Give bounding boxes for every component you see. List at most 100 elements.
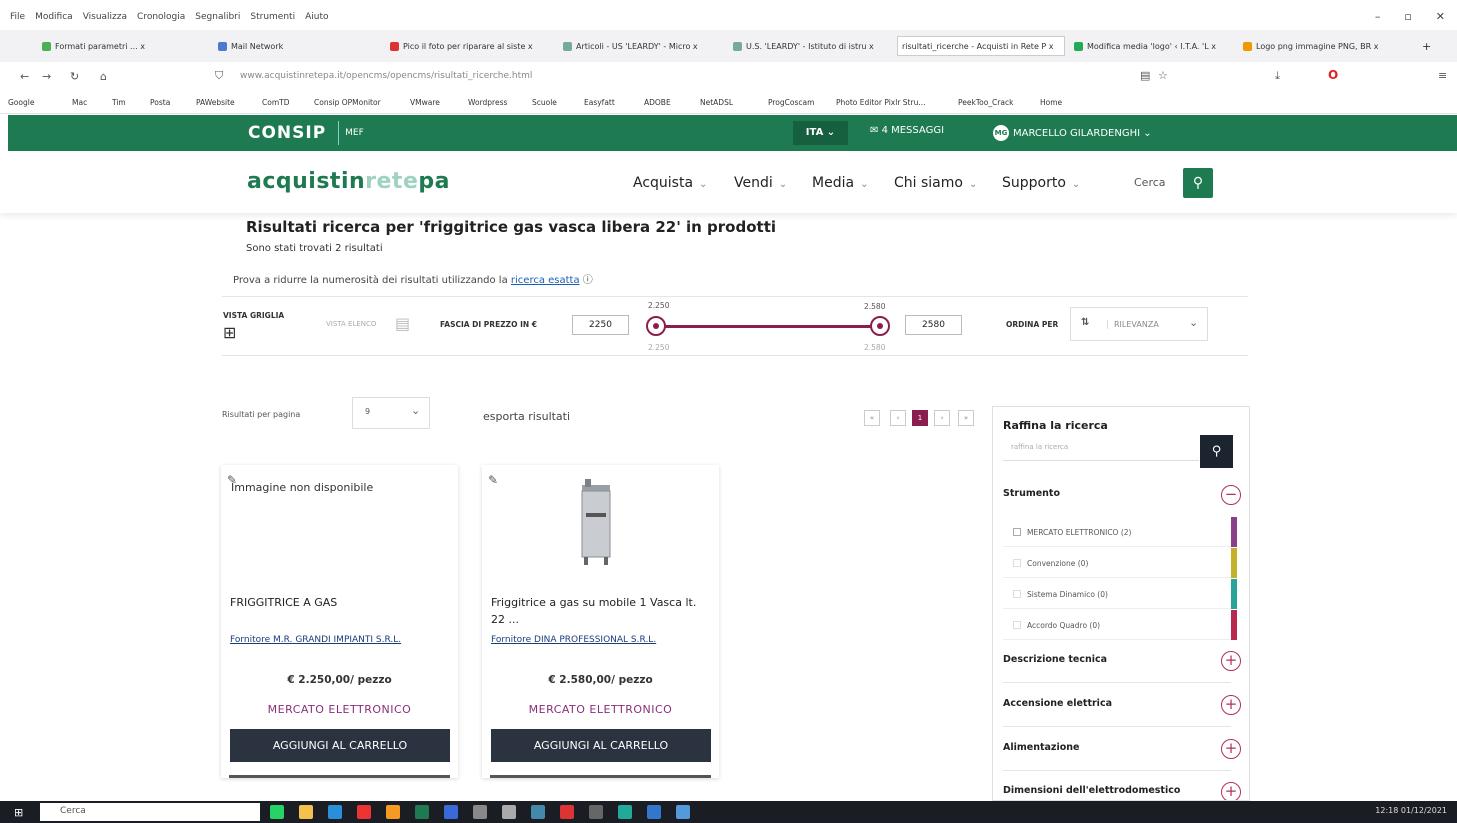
- nav-chi-siamo[interactable]: Chi siamo ⌄: [894, 175, 977, 191]
- expand-icon[interactable]: +: [1221, 695, 1241, 715]
- checkbox[interactable]: [1013, 621, 1021, 629]
- system-tray[interactable]: 12:18 01/12/2021: [1375, 806, 1447, 815]
- checkbox[interactable]: [1013, 559, 1021, 567]
- menu-aiuto[interactable]: Aiuto: [305, 12, 328, 22]
- tab-active[interactable]: risultati_ricerche - Acquisti in Rete P …: [897, 36, 1065, 56]
- app-icon[interactable]: [618, 805, 632, 819]
- taskbar-search[interactable]: Cerca: [40, 803, 260, 821]
- bookmark[interactable]: Posta: [150, 98, 170, 107]
- bookmark[interactable]: PeekToo_Crack: [958, 98, 1013, 107]
- tab[interactable]: Pico il foto per riparare al siste x: [390, 36, 550, 56]
- bookmark[interactable]: Tim: [112, 98, 126, 107]
- bookmark[interactable]: Home: [1040, 98, 1062, 107]
- reload-icon[interactable]: ↻: [70, 70, 79, 83]
- explorer-icon[interactable]: [299, 805, 313, 819]
- list-view-icon[interactable]: ▤: [395, 314, 410, 333]
- close-icon[interactable]: ✕: [1436, 10, 1445, 23]
- facet-strumento[interactable]: Strumento: [1003, 488, 1060, 499]
- nav-vendi[interactable]: Vendi ⌄: [734, 175, 787, 191]
- app-icon[interactable]: [473, 805, 487, 819]
- refine-search-button[interactable]: ⚲: [1200, 435, 1233, 468]
- view-list-label[interactable]: VISTA ELENCO: [326, 320, 376, 328]
- opera-icon[interactable]: O: [1328, 68, 1338, 82]
- expand-icon[interactable]: +: [1221, 782, 1241, 800]
- app-icon[interactable]: [647, 805, 661, 819]
- bookmark[interactable]: Google: [8, 98, 34, 107]
- product-card[interactable]: ✎ Immagine non disponibile FRIGGITRICE A…: [221, 465, 458, 778]
- price-min-input[interactable]: 2250: [572, 315, 629, 335]
- search-button[interactable]: ⚲: [1183, 168, 1213, 198]
- facet-accensione-elettrica[interactable]: Accensione elettrica: [1003, 698, 1112, 709]
- app-icon[interactable]: [676, 805, 690, 819]
- next-page-button[interactable]: ›: [934, 410, 950, 426]
- messages-link[interactable]: ✉ 4 MESSAGGI: [870, 125, 944, 136]
- home-icon[interactable]: ⌂: [100, 70, 107, 83]
- facet-option[interactable]: Sistema Dinamico (0): [1003, 579, 1237, 609]
- star-icon[interactable]: ☆: [1158, 69, 1168, 82]
- download-icon[interactable]: ⤓: [1275, 69, 1280, 83]
- new-tab-icon[interactable]: +: [1422, 40, 1431, 53]
- maximize-icon[interactable]: ▫: [1404, 10, 1411, 23]
- add-to-cart-button[interactable]: AGGIUNGI AL CARRELLO: [491, 729, 711, 762]
- app-icon[interactable]: [589, 805, 603, 819]
- first-page-button[interactable]: «: [864, 410, 880, 426]
- consip-logo[interactable]: CONSIP: [248, 123, 326, 143]
- add-to-cart-button[interactable]: AGGIUNGI AL CARRELLO: [230, 729, 450, 762]
- export-results-link[interactable]: esporta risultati: [483, 410, 570, 423]
- menu-modifica[interactable]: Modifica: [35, 12, 73, 22]
- menu-segnalibri[interactable]: Segnalibri: [195, 12, 240, 22]
- user-menu[interactable]: MG MARCELLO GILARDENGHI ⌄: [993, 125, 1152, 141]
- checkbox[interactable]: [1013, 590, 1021, 598]
- mef-logo[interactable]: MEF: [338, 121, 370, 145]
- facet-dimensioni[interactable]: Dimensioni dell'elettrodomestico: [1003, 785, 1180, 796]
- bookmark[interactable]: PAWebsite: [196, 98, 235, 107]
- nav-acquista[interactable]: Acquista ⌄: [633, 175, 707, 191]
- product-title[interactable]: Friggitrice a gas su mobile 1 Vasca lt. …: [491, 594, 711, 628]
- checkbox[interactable]: [1013, 528, 1021, 536]
- hamburger-menu-icon[interactable]: ≡: [1438, 69, 1447, 82]
- excel-icon[interactable]: [415, 805, 429, 819]
- refine-search-input[interactable]: raffina la ricerca: [1003, 437, 1199, 461]
- edit-icon[interactable]: ✎: [488, 473, 498, 487]
- nav-media[interactable]: Media ⌄: [812, 175, 868, 191]
- per-page-select[interactable]: 9 ⌄: [352, 397, 430, 429]
- facet-descrizione-tecnica[interactable]: Descrizione tecnica: [1003, 654, 1107, 665]
- tab[interactable]: Articoli - US 'LEARDY' - Micro x: [563, 36, 723, 56]
- last-page-button[interactable]: »: [958, 410, 974, 426]
- menu-visualizza[interactable]: Visualizza: [83, 12, 127, 22]
- edge-icon[interactable]: [328, 805, 342, 819]
- tab[interactable]: Logo png immagine PNG, BR x: [1243, 36, 1403, 56]
- reader-icon[interactable]: ▤: [1140, 69, 1150, 82]
- bookmark[interactable]: VMware: [410, 98, 440, 107]
- info-icon[interactable]: ⓘ: [583, 275, 593, 286]
- prev-page-button[interactable]: ‹: [890, 410, 906, 426]
- tab[interactable]: Mail Network: [218, 36, 368, 56]
- firefox-icon[interactable]: [386, 805, 400, 819]
- product-image[interactable]: [576, 479, 618, 567]
- expand-icon[interactable]: +: [1221, 651, 1241, 671]
- menu-strumenti[interactable]: Strumenti: [250, 12, 295, 22]
- back-icon[interactable]: ←: [20, 70, 29, 83]
- word-icon[interactable]: [444, 805, 458, 819]
- tab[interactable]: U.S. 'LEARDY' - Istituto di istru x: [733, 36, 893, 56]
- exact-search-link[interactable]: ricerca esatta: [511, 275, 580, 286]
- price-slider-track[interactable]: [656, 325, 881, 328]
- collapse-icon[interactable]: −: [1221, 485, 1241, 505]
- bookmark[interactable]: ProgCoscam: [768, 98, 814, 107]
- bookmark[interactable]: Photo Editor Pixlr Stru...: [836, 98, 925, 107]
- supplier-link[interactable]: Fornitore M.R. GRANDI IMPIANTI S.R.L.: [230, 635, 401, 645]
- sort-select[interactable]: ⇅ RILEVANZA ⌄: [1070, 307, 1208, 341]
- forward-icon[interactable]: →: [42, 70, 51, 83]
- acquistinretepa-logo[interactable]: acquistinretepa: [247, 169, 450, 194]
- product-card[interactable]: ✎ Friggitrice a gas su mobile 1 Vasca lt…: [482, 465, 719, 778]
- facet-option[interactable]: MERCATO ELETTRONICO (2): [1003, 517, 1237, 547]
- view-grid-label[interactable]: VISTA GRIGLIA: [223, 311, 284, 320]
- price-slider-max-handle[interactable]: [870, 316, 890, 336]
- price-slider-min-handle[interactable]: [646, 316, 666, 336]
- product-title[interactable]: FRIGGITRICE A GAS: [230, 594, 450, 611]
- app-icon[interactable]: [531, 805, 545, 819]
- bookmark[interactable]: Mac: [72, 98, 87, 107]
- menu-file[interactable]: File: [10, 12, 25, 22]
- bookmark[interactable]: Consip OPMonitor: [314, 98, 381, 107]
- whatsapp-icon[interactable]: [270, 805, 284, 819]
